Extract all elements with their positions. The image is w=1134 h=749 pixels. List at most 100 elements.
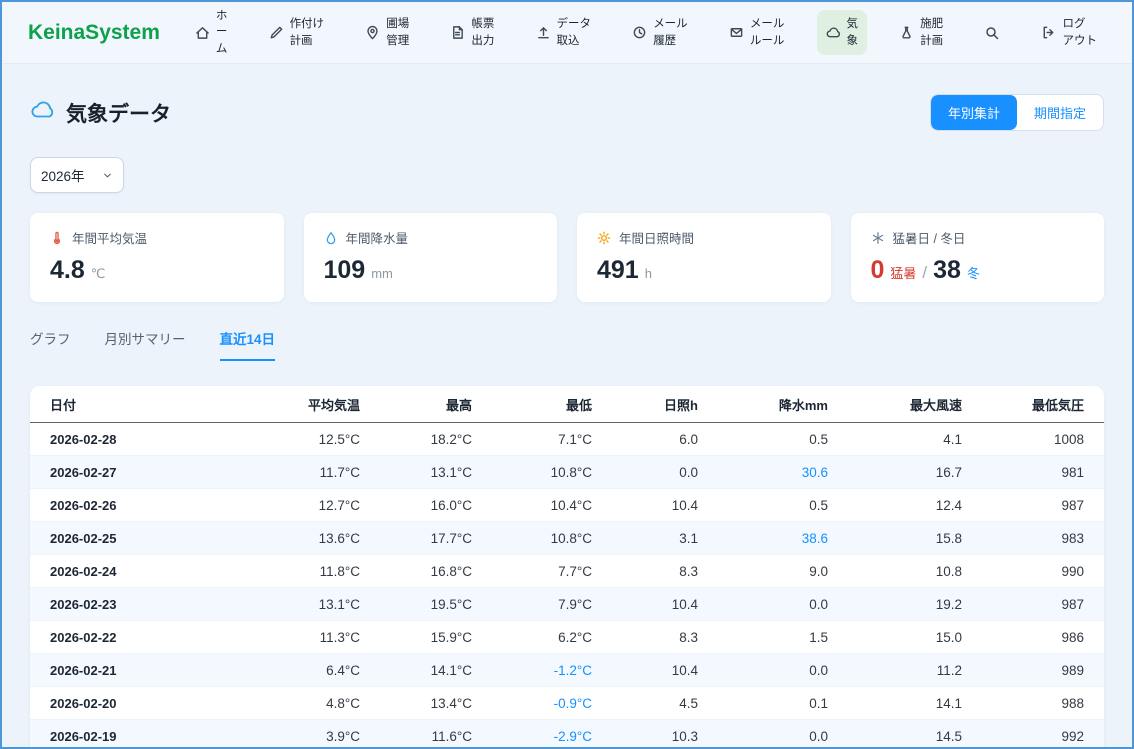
table-row: 2026-02-19 3.9°C 11.6°C -2.9°C 10.3 0.0 … (30, 720, 1104, 747)
cell-max-temp: 16.0°C (380, 498, 492, 513)
cell-avg-temp: 3.9°C (280, 729, 380, 744)
cell-min-temp: 10.8°C (492, 465, 612, 480)
cell-rain: 0.1 (718, 696, 848, 711)
cell-avg-temp: 6.4°C (280, 663, 380, 678)
nav-search-button[interactable] (975, 19, 1009, 47)
cell-sunshine: 3.1 (612, 531, 718, 546)
cell-date: 2026-02-24 (30, 564, 280, 579)
nav-item-label: データ 取込 (557, 16, 592, 48)
document-icon (450, 25, 465, 40)
cell-pressure: 987 (982, 597, 1104, 612)
table-row: 2026-02-28 12.5°C 18.2°C 7.1°C 6.0 0.5 4… (30, 423, 1104, 456)
cell-sunshine: 10.4 (612, 597, 718, 612)
cell-max-temp: 18.2°C (380, 432, 492, 447)
mail-icon (729, 25, 744, 40)
nav-item-report-output[interactable]: 帳票 出力 (441, 10, 503, 54)
history-icon (632, 25, 647, 40)
nav-item-label: メール ルール (750, 16, 785, 48)
cell-date: 2026-02-19 (30, 729, 280, 744)
cell-max-temp: 19.5°C (380, 597, 492, 612)
cell-min-temp: -2.9°C (492, 729, 612, 744)
period-select-button[interactable]: 期間指定 (1017, 95, 1103, 130)
cold-days-value: 38 (933, 256, 961, 285)
cell-min-temp: 10.4°C (492, 498, 612, 513)
top-navbar: KeinaSystem ホ ー ム 作付け 計画 圃場 管理 (2, 2, 1132, 64)
cell-rain: 0.0 (718, 663, 848, 678)
nav-item-home[interactable]: ホ ー ム (186, 2, 237, 62)
stat-value: 491 (597, 256, 639, 285)
cell-max-temp: 15.9°C (380, 630, 492, 645)
cell-pressure: 987 (982, 498, 1104, 513)
search-icon (984, 25, 1000, 41)
stat-card-avg-temp: 年間平均気温 4.8 ℃ (30, 213, 284, 302)
view-toggle-group: 年別集計 期間指定 (930, 94, 1104, 131)
cell-rain: 38.6 (718, 531, 848, 546)
cell-date: 2026-02-22 (30, 630, 280, 645)
col-sunshine: 日照h (612, 395, 718, 414)
cell-rain: 0.5 (718, 432, 848, 447)
cell-wind: 19.2 (848, 597, 982, 612)
home-icon (195, 25, 210, 40)
col-max-temp: 最高 (380, 395, 492, 414)
cell-pressure: 1008 (982, 432, 1104, 447)
table-header: 日付 平均気温 最高 最低 日照h 降水mm 最大風速 最低気圧 (30, 386, 1104, 423)
stat-label: 年間降水量 (346, 228, 409, 247)
stat-cards: 年間平均気温 4.8 ℃ 年間降水量 109 mm (30, 213, 1104, 302)
tab-graph[interactable]: グラフ (30, 328, 71, 361)
cell-max-temp: 13.4°C (380, 696, 492, 711)
chevron-down-icon (102, 170, 113, 181)
cell-pressure: 986 (982, 630, 1104, 645)
nav-item-planting-plan[interactable]: 作付け 計画 (260, 10, 334, 54)
stat-unit: ℃ (91, 266, 106, 282)
weather-table: 日付 平均気温 最高 最低 日照h 降水mm 最大風速 最低気圧 2026-02… (30, 386, 1104, 747)
nav-item-label: 作付け 計画 (290, 16, 325, 48)
cell-avg-temp: 12.5°C (280, 432, 380, 447)
cell-avg-temp: 11.3°C (280, 630, 380, 645)
nav-item-mail-rules[interactable]: メール ルール (720, 10, 794, 54)
table-row: 2026-02-21 6.4°C 14.1°C -1.2°C 10.4 0.0 … (30, 654, 1104, 687)
nav-item-data-import[interactable]: データ 取込 (527, 10, 601, 54)
hot-days-label: 猛暑 (890, 263, 916, 282)
page-title: 気象データ (66, 98, 171, 128)
cell-max-temp: 11.6°C (380, 729, 492, 744)
cell-sunshine: 8.3 (612, 564, 718, 579)
cell-date: 2026-02-25 (30, 531, 280, 546)
stat-card-rainfall: 年間降水量 109 mm (304, 213, 558, 302)
nav-items: ホ ー ム 作付け 計画 圃場 管理 帳票 出力 (186, 2, 1106, 62)
col-avg-temp: 平均気温 (280, 395, 380, 414)
droplet-icon (324, 231, 338, 245)
nav-item-label: 帳票 出力 (471, 16, 494, 48)
cell-pressure: 992 (982, 729, 1104, 744)
stat-card-hot-cold-days: 猛暑日 / 冬日 0 猛暑 / 38 冬 (851, 213, 1105, 302)
nav-item-mail-history[interactable]: メール 履歴 (623, 10, 697, 54)
nav-item-label: メール 履歴 (653, 16, 688, 48)
cell-date: 2026-02-23 (30, 597, 280, 612)
cell-min-temp: 7.1°C (492, 432, 612, 447)
tab-monthly-summary[interactable]: 月別サマリー (105, 328, 186, 361)
nav-item-label: ログ アウト (1062, 16, 1097, 48)
nav-item-label: 施肥 計画 (920, 16, 943, 48)
stat-unit: mm (371, 266, 393, 281)
cloud-icon (30, 97, 56, 128)
cell-max-temp: 17.7°C (380, 531, 492, 546)
table-row: 2026-02-22 11.3°C 15.9°C 6.2°C 8.3 1.5 1… (30, 621, 1104, 654)
cell-rain: 0.0 (718, 729, 848, 744)
year-select[interactable]: 2026年 (30, 157, 124, 193)
nav-item-label: 気 象 (847, 16, 859, 48)
cell-wind: 15.8 (848, 531, 982, 546)
nav-item-field-management[interactable]: 圃場 管理 (356, 10, 418, 54)
app-window: KeinaSystem ホ ー ム 作付け 計画 圃場 管理 (0, 0, 1134, 749)
nav-item-logout[interactable]: ログ アウト (1032, 10, 1106, 54)
tab-last-14-days[interactable]: 直近14日 (220, 328, 276, 361)
cell-pressure: 989 (982, 663, 1104, 678)
upload-icon (536, 25, 551, 40)
app-logo: KeinaSystem (28, 21, 160, 45)
sun-icon (597, 231, 611, 245)
nav-item-label: 圃場 管理 (386, 16, 409, 48)
pencil-icon (269, 25, 284, 40)
tab-bar: グラフ 月別サマリー 直近14日 (30, 328, 1104, 361)
yearly-summary-button[interactable]: 年別集計 (931, 95, 1017, 130)
nav-item-fertilization-plan[interactable]: 施肥 計画 (890, 10, 952, 54)
cell-wind: 16.7 (848, 465, 982, 480)
nav-item-weather[interactable]: 気 象 (817, 10, 868, 54)
